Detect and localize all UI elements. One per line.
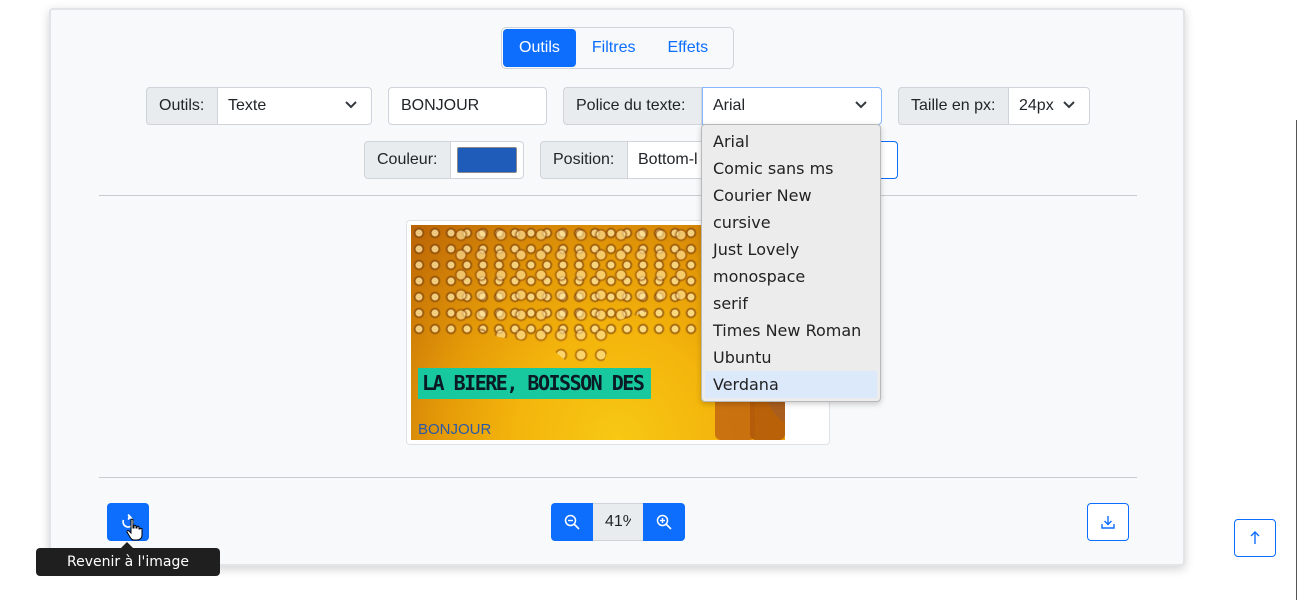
font-option[interactable]: Arial [705,128,877,155]
size-select-group: Taille en px: 24px [898,87,1090,125]
tab-effets[interactable]: Effets [651,29,724,67]
position-group: Position: Bottom-l [540,141,720,179]
font-option[interactable]: Just Lovely [705,236,877,263]
position-label: Position: [540,141,628,179]
size-label: Taille en px: [898,87,1009,125]
zoom-level-value: 41% [605,513,631,530]
chevron-down-icon [345,101,357,109]
hand-cursor-icon [126,518,143,541]
tab-group: Outils Filtres Effets [501,27,734,69]
font-select[interactable]: Arial [702,87,882,125]
text-input[interactable]: BONJOUR [388,87,547,125]
text-input-value: BONJOUR [401,97,480,114]
image-overlay-text: BONJOUR [418,421,492,438]
divider-bottom [99,477,1137,478]
beer-foam-bubbles-drip [451,225,691,385]
position-select-value: Bottom-l [638,151,698,168]
size-select-value: 24px [1019,97,1054,114]
scrollbar-edge[interactable] [1296,120,1297,600]
color-label: Couleur: [364,141,451,179]
font-option[interactable]: Comic sans ms [705,155,877,182]
divider-top [99,195,1137,196]
size-select[interactable]: 24px [1009,87,1090,125]
font-option-hovered[interactable]: Verdana [705,371,877,398]
zoom-out-button[interactable] [551,503,593,541]
zoom-in-button[interactable] [643,503,685,541]
color-swatch [457,147,517,173]
zoom-out-icon [564,514,580,530]
arrow-up-icon [1250,531,1260,544]
chevron-down-icon [855,101,867,109]
font-select-value: Arial [713,97,746,114]
download-button[interactable] [1087,503,1129,541]
font-option[interactable]: Courier New [705,182,877,209]
color-group: Couleur: [364,141,524,179]
tool-select-group: Outils: Texte [146,87,372,125]
font-label: Police du texte: [563,87,702,125]
chevron-down-icon [1063,101,1075,109]
font-dropdown-list: Arial Comic sans ms Courier New cursive … [701,124,881,402]
scroll-top-button[interactable] [1234,519,1276,557]
text-input-group: BONJOUR [388,87,547,125]
font-option[interactable]: monospace [705,263,877,290]
font-option[interactable]: serif [705,290,877,317]
tool-select-value: Texte [228,97,267,114]
font-option[interactable]: Times New Roman [705,317,877,344]
zoom-level: 41% [593,503,643,541]
reset-tooltip: Revenir à l'image d'origine [36,548,220,598]
tab-outils[interactable]: Outils [503,29,576,67]
font-option[interactable]: Ubuntu [705,344,877,371]
color-picker[interactable] [451,141,524,179]
tab-filtres[interactable]: Filtres [576,29,652,67]
image-banner-text: LA BIERE, BOISSON DES DIEUX [418,368,651,399]
font-select-group: Police du texte: Arial [563,87,882,125]
tool-label: Outils: [146,87,218,125]
download-icon [1101,516,1115,529]
zoom-in-icon [656,514,672,530]
font-option[interactable]: cursive [705,209,877,236]
tool-select[interactable]: Texte [218,87,372,125]
